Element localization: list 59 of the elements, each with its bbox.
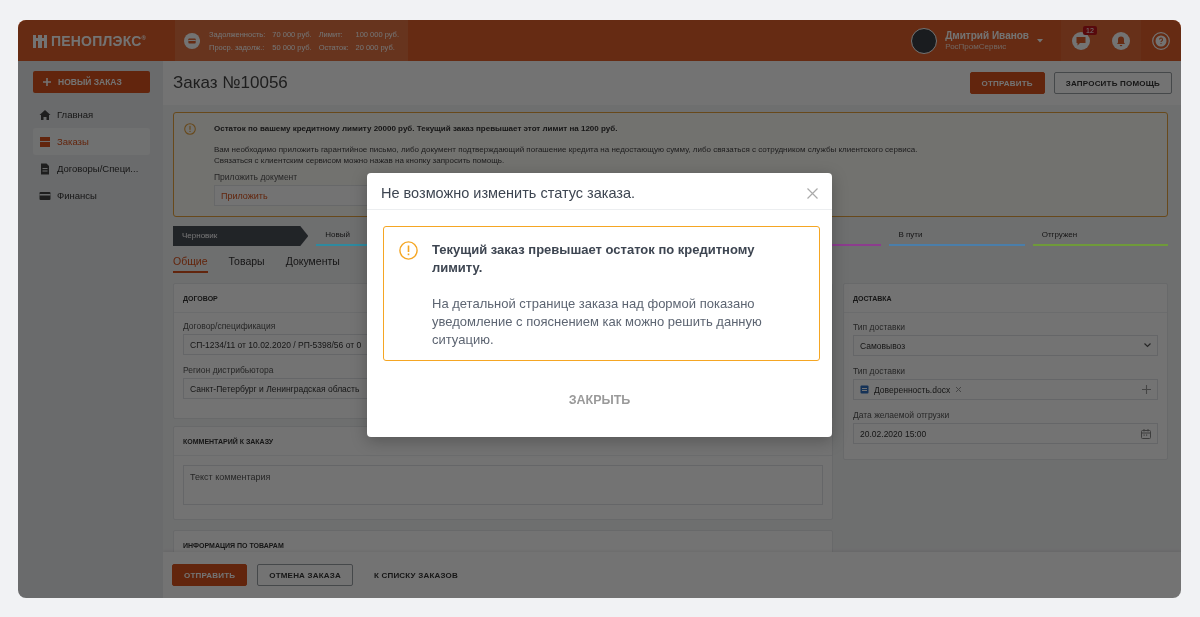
remove-icon[interactable] — [955, 386, 963, 393]
avatar[interactable] — [911, 27, 938, 54]
field-label: Регион дистрибьютора — [183, 364, 274, 376]
tab[interactable]: Документы — [285, 254, 340, 273]
close-button[interactable] — [807, 187, 818, 199]
new-order-button[interactable]: НОВЫЙ ЗАКАЗ — [33, 71, 150, 93]
tab[interactable]: Товары — [228, 254, 265, 273]
nav-item[interactable]: Главная — [33, 101, 150, 128]
alert-title: Текущий заказ превышает остаток по кредитному лимиту. — [432, 241, 756, 277]
order-list-link[interactable]: К СПИСКУ ЗАКАЗОВ — [362, 564, 469, 586]
tab[interactable]: Общие — [173, 254, 208, 273]
box-icon — [39, 135, 51, 148]
caret-icon[interactable] — [1037, 38, 1043, 43]
warning-icon — [184, 123, 196, 135]
status-step: В пути — [889, 230, 1025, 240]
logo-icon — [32, 32, 48, 49]
company-name: РосПромСервис — [945, 42, 1008, 51]
nav-item[interactable]: Финансы — [33, 182, 150, 209]
warning-text: Связаться с клиентским сервисом можно нажав на кнопку запросить помощь. — [214, 155, 506, 166]
page-title: Заказ №10056 — [173, 73, 288, 93]
file-name: Доверенность.docx — [874, 384, 951, 395]
field-label: Дата желаемой отгрузки — [853, 409, 950, 421]
warning-title: Остаток по вашему кредитному лимиту 20000 руб. Текущий заказ превышает этот лимит на 1200 руб. — [214, 123, 619, 134]
document-icon — [860, 385, 869, 394]
comment-field[interactable]: Текст комментария — [183, 465, 823, 505]
nav-item[interactable]: Договоры/Специ... — [33, 155, 150, 182]
status-step: Черновик — [173, 226, 309, 246]
logo-text: ПЕНОПЛЭКС$^{®}$ — [51, 32, 147, 49]
dialog-title: Не возможно изменить статус заказа. — [381, 184, 636, 202]
close-button[interactable]: ЗАКРЫТЬ — [562, 391, 637, 409]
bell-icon — [1112, 31, 1130, 50]
document-icon — [39, 162, 51, 175]
send-button[interactable]: ОТПРАВИТЬ — [969, 72, 1045, 94]
field-label: Приложить документ — [214, 172, 298, 183]
status-step: Отгружен — [1032, 230, 1168, 240]
select-field[interactable]: Самовывоз — [853, 335, 1158, 356]
nav-item[interactable]: Заказы — [33, 128, 150, 155]
chat-icon — [1072, 31, 1090, 50]
help-icon — [1152, 31, 1170, 50]
user-name: Дмитрий Иванов — [945, 30, 1029, 41]
status-step: Новый — [316, 230, 452, 240]
home-icon — [39, 108, 51, 121]
file-field[interactable]: Доверенность.docx — [853, 379, 1158, 400]
calendar-icon — [1141, 428, 1151, 439]
field-label: Тип доставки — [853, 321, 905, 333]
card-icon — [39, 189, 51, 202]
alert-text: На детальной странице заказа над формой показано уведомление с пояснением как можно решить данную ситуацию. — [432, 295, 763, 349]
help-request-button[interactable]: ЗАПРОСИТЬ ПОМОЩЬ — [1053, 72, 1172, 94]
plus-icon — [43, 78, 51, 86]
plus-icon[interactable] — [1142, 385, 1151, 394]
warning-text: Вам необходимо приложить гарантийное письмо, либо документ подтверждающий погашение кредита на недостающую сумму, либо связаться с сотрудником службы клиентского сервиса. — [214, 144, 919, 155]
send-button[interactable]: ОТПРАВИТЬ — [172, 564, 248, 586]
cancel-order-button[interactable]: ОТМЕНА ЗАКАЗА — [257, 564, 353, 586]
close-icon — [807, 187, 818, 199]
field-label: Тип доставки — [853, 365, 905, 377]
chevron-down-icon — [1144, 343, 1151, 348]
date-field[interactable]: 20.02.2020 15:00 — [853, 423, 1158, 444]
field-label: Договор/спецификация — [183, 320, 276, 332]
warning-icon — [399, 241, 418, 260]
